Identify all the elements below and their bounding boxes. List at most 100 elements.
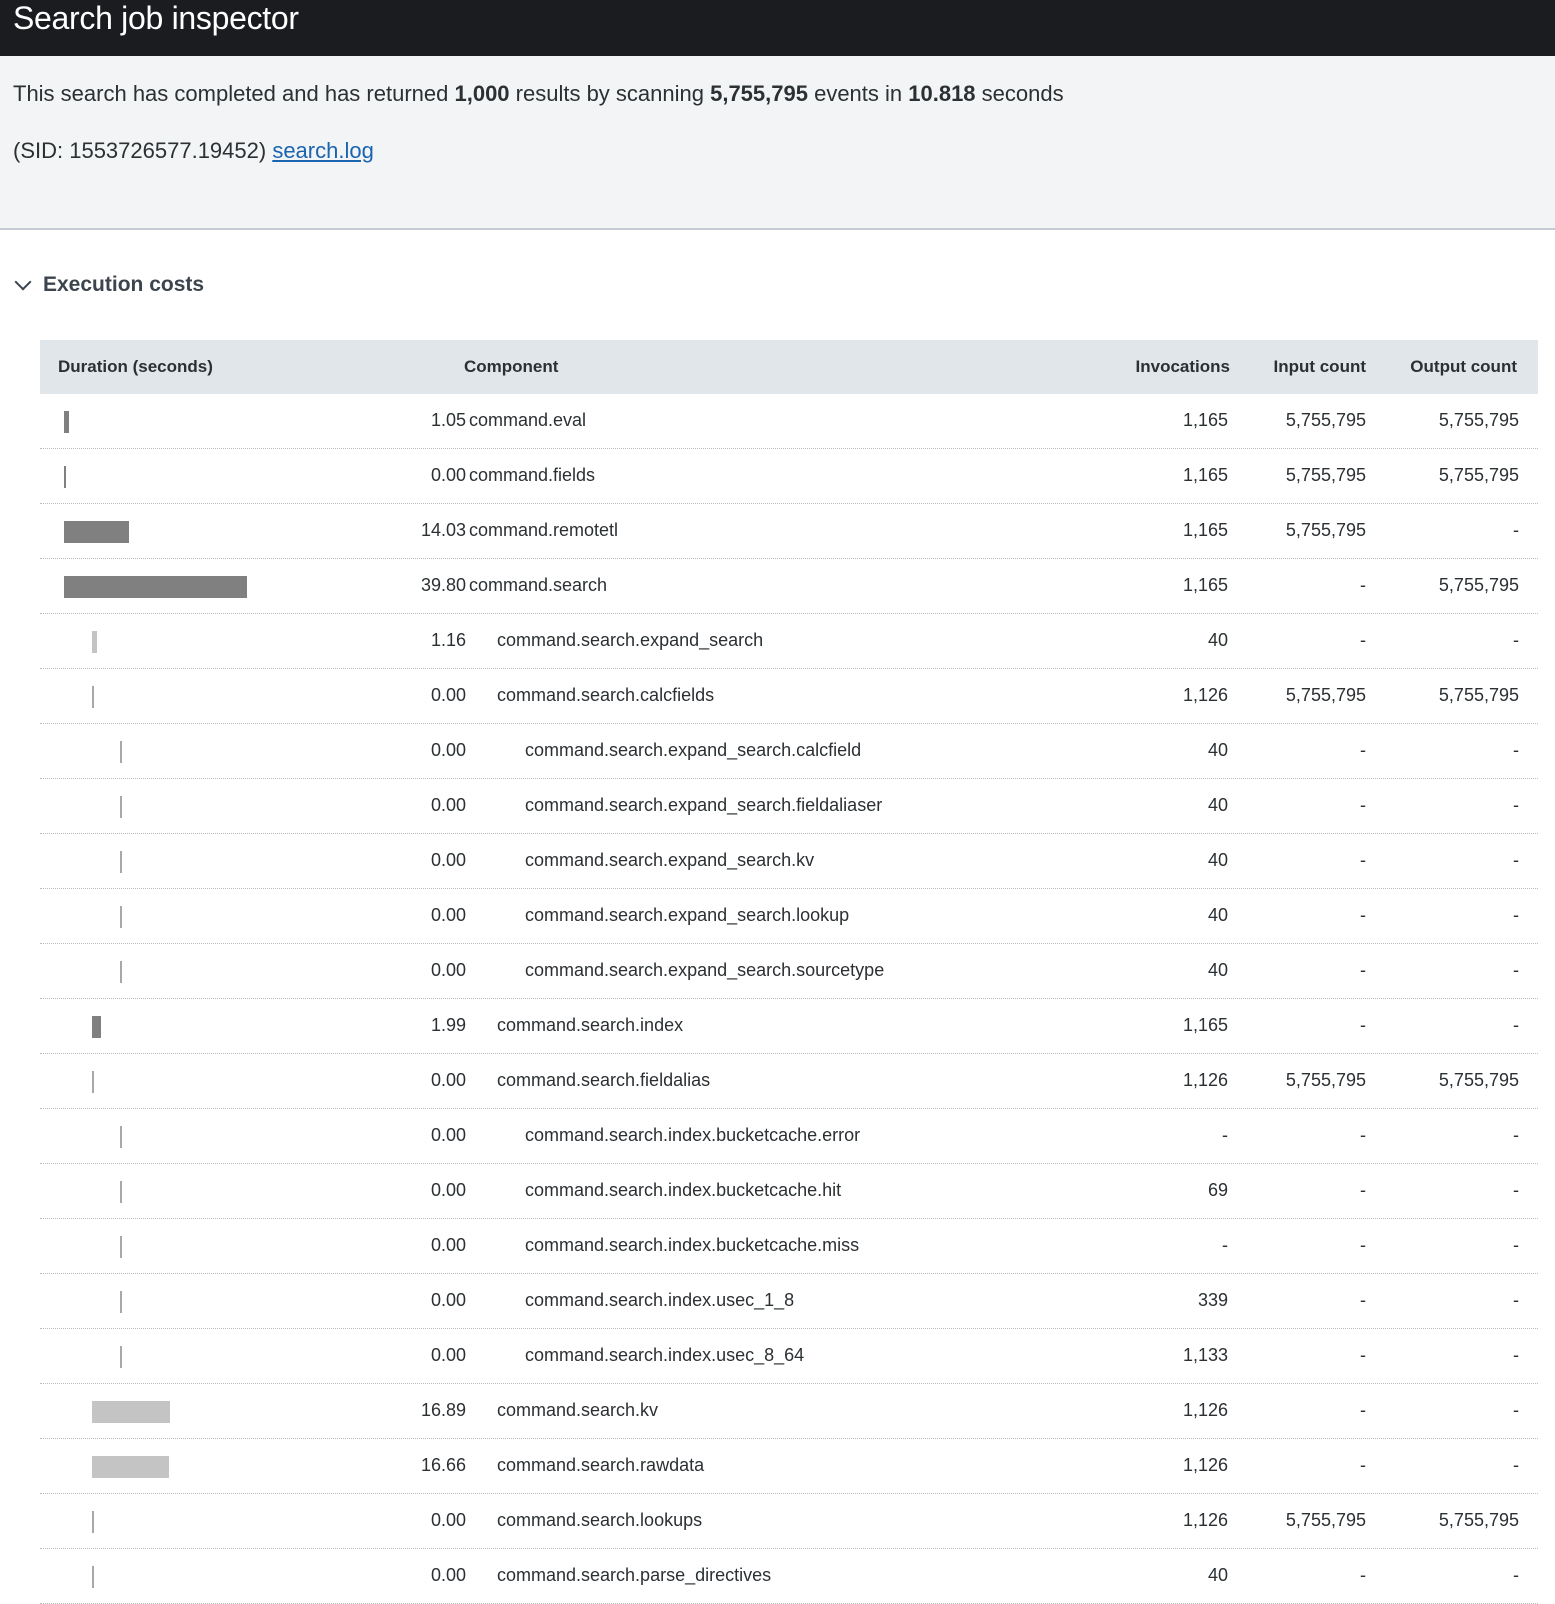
duration-bar <box>92 1566 94 1588</box>
table-row[interactable]: 0.00 command.search.expand_search.fieldal… <box>40 779 1538 834</box>
component-name: command.search.index.usec_8_64 <box>525 1345 805 1365</box>
table-body: 1.05 command.eval 1,165 5,755,795 5,755,795 0… <box>40 394 1538 1604</box>
col-duration[interactable]: Duration (seconds) <box>58 340 213 394</box>
table-row[interactable]: 16.66 command.search.rawdata 1,126 - - <box>40 1439 1538 1494</box>
invocations-value: - <box>1222 1235 1228 1255</box>
col-invocations[interactable]: Invocations <box>1136 340 1230 394</box>
output-count-value: - <box>1513 1565 1519 1585</box>
table-header: Duration (seconds) Component Invocations… <box>40 340 1538 394</box>
input-count-value: - <box>1360 1015 1366 1035</box>
duration-value: 14.03 <box>420 520 466 540</box>
summary-suffix: seconds <box>975 81 1064 106</box>
table-row[interactable]: 16.89 command.search.kv 1,126 - - <box>40 1384 1538 1439</box>
input-count-value: - <box>1360 1345 1366 1365</box>
table-row[interactable]: 0.00 command.fields 1,165 5,755,795 5,755,79… <box>40 449 1538 504</box>
duration-bar <box>120 741 122 763</box>
completion-message: This search has completed and has return… <box>13 80 1064 108</box>
summary-prefix: This search has completed and has return… <box>13 81 455 106</box>
table-row[interactable]: 0.00 command.search.lookups 1,126 5,755,795… <box>40 1494 1538 1549</box>
duration-bar <box>120 1126 122 1148</box>
duration-bar <box>92 631 97 653</box>
results-count: 1,000 <box>454 81 510 106</box>
table-row[interactable]: 0.00 command.search.expand_search.lookup 4… <box>40 889 1538 944</box>
duration-value: 0.00 <box>430 960 466 980</box>
input-count-value: - <box>1360 740 1366 760</box>
component-name: command.fields <box>469 465 596 485</box>
table-row[interactable]: 0.00 command.search.index.bucketcache.err… <box>40 1109 1538 1164</box>
output-count-value: - <box>1513 960 1519 980</box>
invocations-value: 339 <box>1197 1290 1228 1310</box>
component-name: command.search.index.bucketcache.miss <box>525 1235 860 1255</box>
table-row[interactable]: 0.00 command.search.expand_search.kv 40 - - <box>40 834 1538 889</box>
table-row[interactable]: 0.00 command.search.fieldalias 1,126 5,755,… <box>40 1054 1538 1109</box>
duration-bar <box>120 851 122 873</box>
invocations-value: 40 <box>1207 850 1228 870</box>
output-count-value: - <box>1513 1455 1519 1475</box>
table-row[interactable]: 0.00 command.search.parse_directives 40 - - <box>40 1549 1538 1604</box>
table-row[interactable]: 0.00 command.search.expand_search.sourcet… <box>40 944 1538 999</box>
duration-value: 0.00 <box>430 740 466 760</box>
input-count-value: 5,755,795 <box>1285 520 1366 540</box>
col-component[interactable]: Component <box>464 340 558 394</box>
output-count-value: - <box>1513 1400 1519 1420</box>
duration-value: 0.00 <box>430 1125 466 1145</box>
input-count-value: 5,755,795 <box>1285 1510 1366 1530</box>
output-count-value: - <box>1513 1345 1519 1365</box>
section-title: Execution costs <box>43 273 205 296</box>
sid-line: (SID: 1553726577.19452) search.log <box>13 137 374 165</box>
duration-bar <box>92 686 94 708</box>
invocations-value: 1,126 <box>1182 1455 1228 1475</box>
table-row[interactable]: 1.16 command.search.expand_search 40 - - <box>40 614 1538 669</box>
invocations-value: 40 <box>1207 630 1228 650</box>
output-count-value: 5,755,795 <box>1438 575 1519 595</box>
table-row[interactable]: 14.03 command.remotetl 1,165 5,755,795 - <box>40 504 1538 559</box>
duration-bar <box>120 906 122 928</box>
duration-value: 0.00 <box>430 795 466 815</box>
duration-value: 0.00 <box>430 1235 466 1255</box>
title-bar: Search job inspector <box>0 0 1555 56</box>
duration-bar <box>64 521 129 543</box>
execution-costs-toggle[interactable]: Execution costs <box>13 270 204 300</box>
duration-bar <box>120 1181 122 1203</box>
input-count-value: - <box>1360 1290 1366 1310</box>
invocations-value: 1,165 <box>1182 410 1228 430</box>
duration-value: 1.99 <box>430 1015 466 1035</box>
table-row[interactable]: 0.00 command.search.index.bucketcache.hit… <box>40 1164 1538 1219</box>
table-row[interactable]: 1.99 command.search.index 1,165 - - <box>40 999 1538 1054</box>
invocations-value: 69 <box>1207 1180 1228 1200</box>
col-output-count[interactable]: Output count <box>1410 340 1517 394</box>
search-summary-panel: This search has completed and has return… <box>0 56 1555 230</box>
component-name: command.search.parse_directives <box>497 1565 772 1585</box>
input-count-value: - <box>1360 1125 1366 1145</box>
output-count-value: 5,755,795 <box>1438 685 1519 705</box>
duration-value: 0.00 <box>430 1070 466 1090</box>
execution-costs-table: Duration (seconds) Component Invocations… <box>40 340 1538 1604</box>
invocations-value: 1,165 <box>1182 1015 1228 1035</box>
invocations-value: - <box>1222 1125 1228 1145</box>
component-name: command.eval <box>469 410 587 430</box>
invocations-value: 40 <box>1207 795 1228 815</box>
output-count-value: - <box>1513 1235 1519 1255</box>
search-log-link[interactable]: search.log <box>272 138 374 163</box>
duration-value: 0.00 <box>430 465 466 485</box>
col-input-count[interactable]: Input count <box>1273 340 1366 394</box>
duration-value: 0.00 <box>430 1345 466 1365</box>
component-name: command.search.index.bucketcache.error <box>525 1125 861 1145</box>
table-row[interactable]: 1.05 command.eval 1,165 5,755,795 5,755,795 <box>40 394 1538 449</box>
output-count-value: - <box>1513 1180 1519 1200</box>
table-row[interactable]: 0.00 command.search.index.usec_8_64 1,133 -… <box>40 1329 1538 1384</box>
input-count-value: 5,755,795 <box>1285 410 1366 430</box>
component-name: command.search.expand_search.calcfield <box>525 740 862 760</box>
table-row[interactable]: 0.00 command.search.index.bucketcache.mis… <box>40 1219 1538 1274</box>
duration-value: 39.80 <box>420 575 466 595</box>
table-row[interactable]: 0.00 command.search.expand_search.calcfie… <box>40 724 1538 779</box>
table-row[interactable]: 0.00 command.search.index.usec_1_8 339 - - <box>40 1274 1538 1329</box>
elapsed-seconds: 10.818 <box>908 81 976 106</box>
output-count-value: - <box>1513 1290 1519 1310</box>
table-row[interactable]: 39.80 command.search 1,165 - 5,755,795 <box>40 559 1538 614</box>
input-count-value: - <box>1360 1455 1366 1475</box>
component-name: command.search.expand_search.fieldaliase… <box>525 795 883 815</box>
table-row[interactable]: 0.00 command.search.calcfields 1,126 5,755,… <box>40 669 1538 724</box>
page-title: Search job inspector <box>13 0 299 36</box>
output-count-value: - <box>1513 1015 1519 1035</box>
